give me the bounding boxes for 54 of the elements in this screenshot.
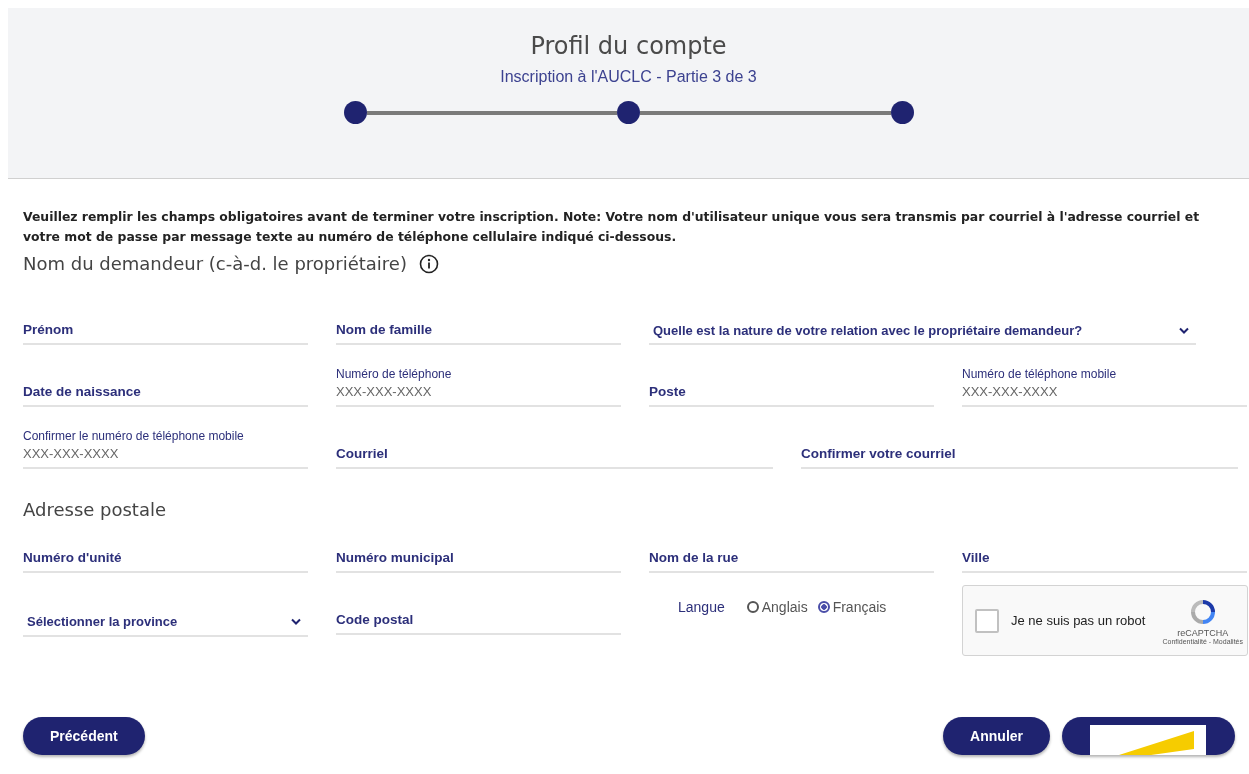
field-label: Confirmer le numéro de téléphone mobile bbox=[23, 429, 245, 443]
field-placeholder: XXX-XXX-XXXX bbox=[23, 446, 119, 461]
text-field[interactable]: Date de naissance bbox=[23, 361, 308, 407]
captcha-checkbox[interactable] bbox=[975, 608, 999, 633]
radio-button[interactable] bbox=[817, 601, 830, 613]
radio-label: Français bbox=[832, 599, 887, 615]
field-label: Numéro de téléphone mobile bbox=[962, 367, 1118, 381]
cancel-button[interactable]: Annuler bbox=[943, 717, 1050, 755]
field-label: Confirmer votre courriel bbox=[801, 446, 957, 461]
radio-button[interactable] bbox=[746, 601, 759, 613]
field-label: Prénom bbox=[23, 322, 75, 337]
info-icon[interactable] bbox=[418, 253, 439, 274]
field-label: Nom de la rue bbox=[649, 550, 740, 565]
captcha-label: Je ne suis pas un robot bbox=[1011, 613, 1147, 628]
text-field[interactable]: Numéro de téléphone mobile XXX-XXX-XXXX bbox=[962, 361, 1247, 407]
field-label: Date de naissance bbox=[23, 384, 142, 399]
text-field[interactable]: Confirmer le numéro de téléphone mobile XXX-XXX-XXXX bbox=[23, 423, 308, 469]
field-placeholder: XXX-XXX-XXXX bbox=[336, 384, 432, 399]
field-label: Ville bbox=[962, 550, 991, 565]
page-title: Profil du compte bbox=[530, 32, 727, 60]
radio-option[interactable]: Français bbox=[817, 599, 887, 615]
instruction-text: Veuillez remplir les champs obligatoires avant de terminer votre inscription. Note: Votre nom d'utilisateur unique vous sera transmis par courriel à l'adresse courriel et votre mot de passe par message texte au numéro de téléphone cellulaire indiqué ci-dessous. bbox=[23, 208, 1201, 246]
text-field[interactable]: Confirmer votre courriel bbox=[801, 423, 1238, 469]
text-field[interactable]: Poste bbox=[649, 361, 934, 407]
field-label: Numéro d'unité bbox=[23, 550, 123, 565]
text-field[interactable]: Nom de famille bbox=[336, 299, 621, 345]
field-label: Poste bbox=[649, 384, 687, 399]
field-label: Nom de famille bbox=[336, 322, 434, 337]
field-label: Code postal bbox=[336, 612, 415, 627]
field-label: Courriel bbox=[336, 446, 389, 461]
dropdown-label: Quelle est la nature de votre relation avec le propriétaire demandeur? bbox=[653, 322, 1083, 338]
captcha-brand: reCAPTCHA bbox=[1177, 628, 1229, 638]
text-field[interactable]: Courriel bbox=[336, 423, 773, 469]
text-field[interactable]: Code postal bbox=[336, 597, 621, 635]
text-field[interactable]: Nom de la rue bbox=[649, 527, 934, 573]
dropdown-label: Sélectionner la province bbox=[27, 613, 178, 629]
back-button[interactable]: Précédent bbox=[23, 717, 145, 755]
dropdown[interactable]: Quelle est la nature de votre relation avec le propriétaire demandeur? bbox=[649, 317, 1196, 345]
text-field[interactable]: Numéro de téléphone XXX-XXX-XXXX bbox=[336, 361, 621, 407]
field-label: Numéro municipal bbox=[336, 550, 455, 565]
section-heading: Nom du demandeur (c-à-d. le propriétaire) bbox=[23, 253, 407, 274]
field-label: Numéro de téléphone bbox=[336, 367, 453, 381]
submit-button[interactable] bbox=[1062, 717, 1235, 755]
field-placeholder: XXX-XXX-XXXX bbox=[962, 384, 1058, 399]
text-field[interactable]: Prénom bbox=[23, 299, 308, 345]
radio-label: Anglais bbox=[761, 599, 808, 615]
section-heading: Adresse postale bbox=[23, 499, 167, 520]
radio-option[interactable]: Anglais bbox=[746, 599, 808, 615]
radio-group-label: Langue bbox=[678, 599, 725, 615]
text-field[interactable]: Ville bbox=[962, 527, 1247, 573]
text-field[interactable]: Numéro d'unité bbox=[23, 527, 308, 573]
dropdown[interactable]: Sélectionner la province bbox=[23, 607, 308, 637]
text-field[interactable]: Numéro municipal bbox=[336, 527, 621, 573]
page-subtitle: Inscription à l'AUCLC - Partie 3 de 3 bbox=[500, 68, 757, 86]
